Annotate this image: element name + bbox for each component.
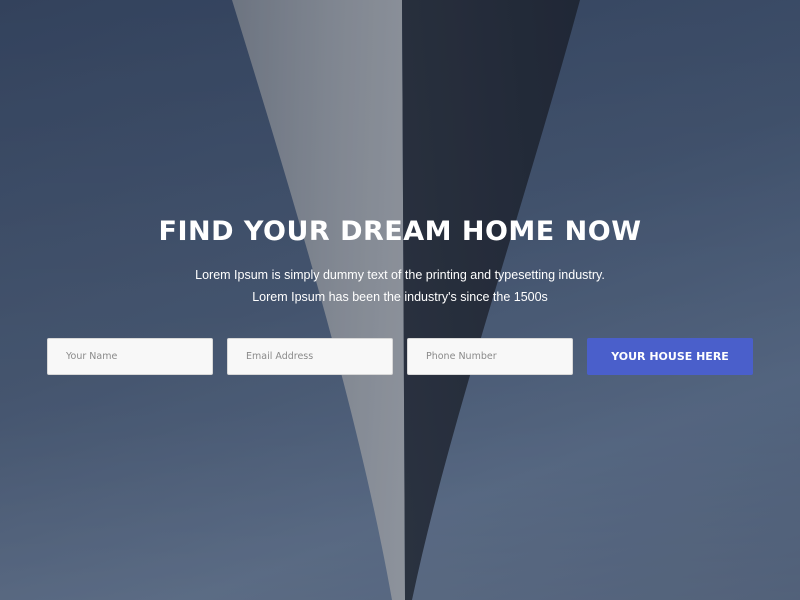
phone-input[interactable] (407, 338, 573, 375)
hero-content: FIND YOUR DREAM HOME NOW Lorem Ipsum is … (0, 0, 800, 600)
hero-title: FIND YOUR DREAM HOME NOW (158, 216, 642, 247)
hero-subtitle-line1: Lorem Ipsum is simply dummy text of the … (195, 268, 605, 282)
email-input[interactable] (227, 338, 393, 375)
hero-subtitle-line2: Lorem Ipsum has been the industry's sinc… (252, 290, 548, 304)
name-input[interactable] (47, 338, 213, 375)
submit-button[interactable]: YOUR HOUSE HERE (587, 338, 753, 375)
